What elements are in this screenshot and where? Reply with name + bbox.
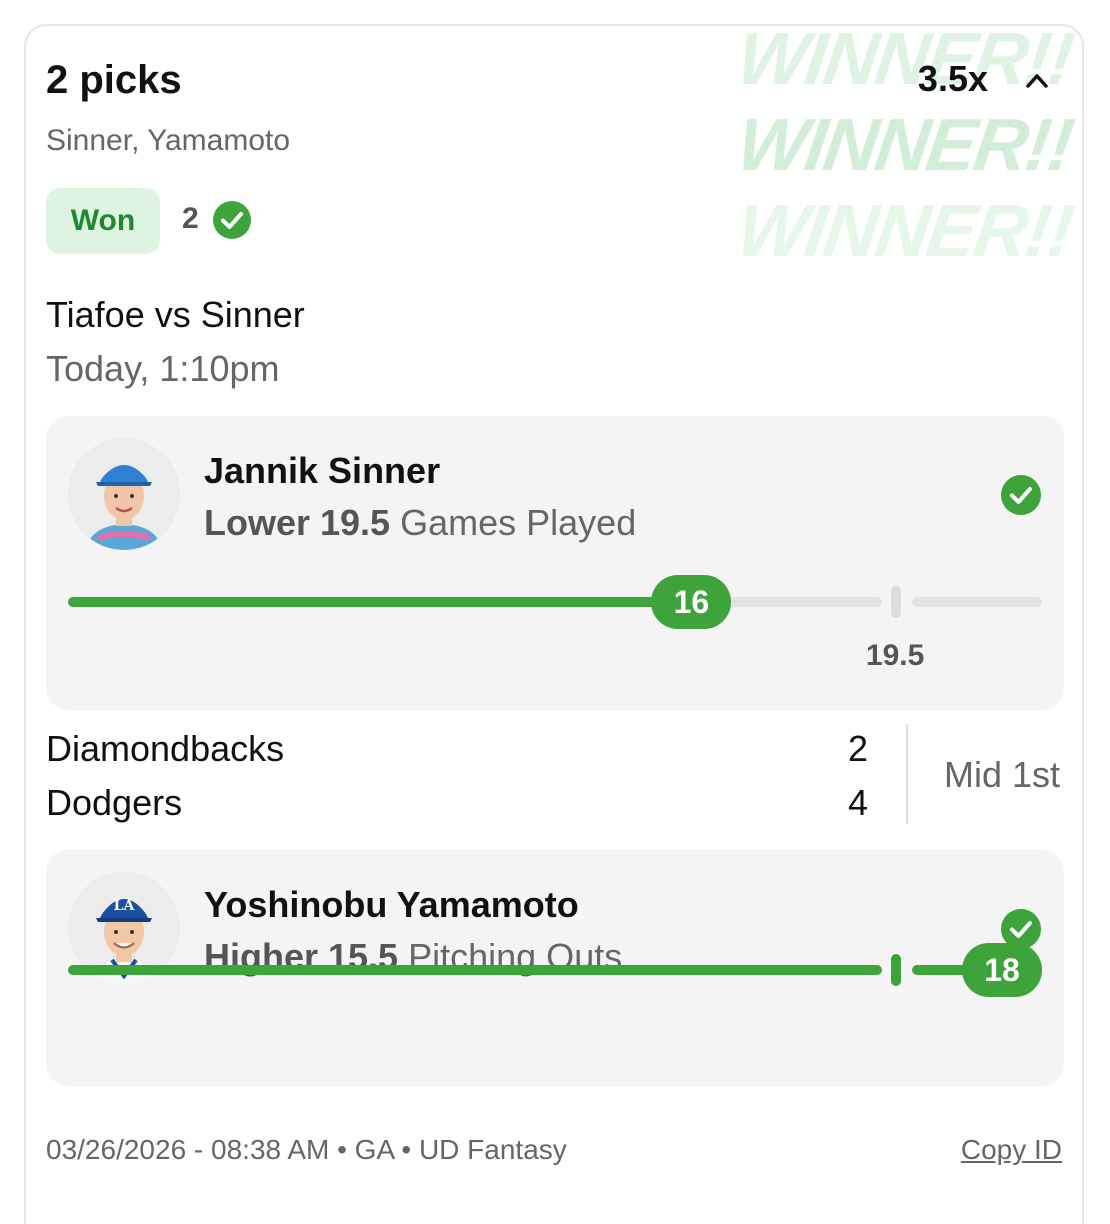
winner-text-2: WINNER!!: [738, 103, 1078, 186]
line-marker: [890, 954, 901, 986]
check-circle-icon: [213, 201, 251, 239]
player-name: Yoshinobu Yamamoto: [204, 884, 579, 925]
chevron-up-icon[interactable]: [1024, 68, 1050, 94]
entry-card: WINNER!! WINNER!! WINNER!! 2 picks 3.5x …: [24, 24, 1084, 1224]
current-value-pill: 16: [651, 575, 732, 629]
player-avatar: [68, 438, 180, 550]
payout-multiplier: 3.5x: [917, 58, 988, 99]
progress-fill: [68, 965, 882, 975]
game-status: Mid 1st: [943, 754, 1060, 795]
pick-stat: Games Played: [400, 502, 637, 543]
entry-meta: 03/26/2026 - 08:38 AM • GA • UD Fantasy: [46, 1134, 567, 1165]
pick-card-sinner[interactable]: Jannik Sinner Lower 19.5 Games Played 16…: [46, 416, 1064, 710]
match-title: Tiafoe vs Sinner: [46, 294, 305, 335]
line-value-label: 19.5: [865, 639, 925, 672]
sinner-avatar-icon: [68, 438, 180, 550]
current-value-pill: 18: [962, 943, 1042, 997]
svg-text:LA: LA: [114, 898, 136, 914]
entry-title: 2 picks: [46, 58, 182, 102]
line-marker: [890, 586, 901, 618]
entry-players: Sinner, Yamamoto: [46, 124, 291, 157]
copy-id-link[interactable]: Copy ID: [961, 1134, 1062, 1166]
status-badge: Won: [46, 188, 160, 254]
player-name: Jannik Sinner: [204, 450, 441, 491]
match-time: Today, 1:10pm: [46, 348, 280, 389]
pick-line: Lower 19.5 Games Played: [204, 502, 636, 544]
winner-text-3: WINNER!!: [738, 189, 1078, 266]
pick-card-yamamoto[interactable]: LA Yoshinobu Yamamoto Higher 15.5 Pitchi…: [46, 850, 1064, 1086]
progress-fill: [68, 597, 692, 607]
winner-watermark: WINNER!! WINNER!! WINNER!!: [738, 26, 1078, 266]
team-name: Dodgers: [46, 782, 183, 823]
team-score: 2: [848, 728, 869, 769]
pick-direction: Lower 19.5: [204, 502, 391, 543]
correct-count: 2: [182, 202, 199, 235]
progress-track-end: [911, 597, 1042, 607]
score-divider: [906, 724, 908, 824]
check-circle-icon: [1001, 475, 1041, 515]
team-name: Diamondbacks: [46, 728, 285, 769]
team-score: 4: [848, 782, 869, 823]
